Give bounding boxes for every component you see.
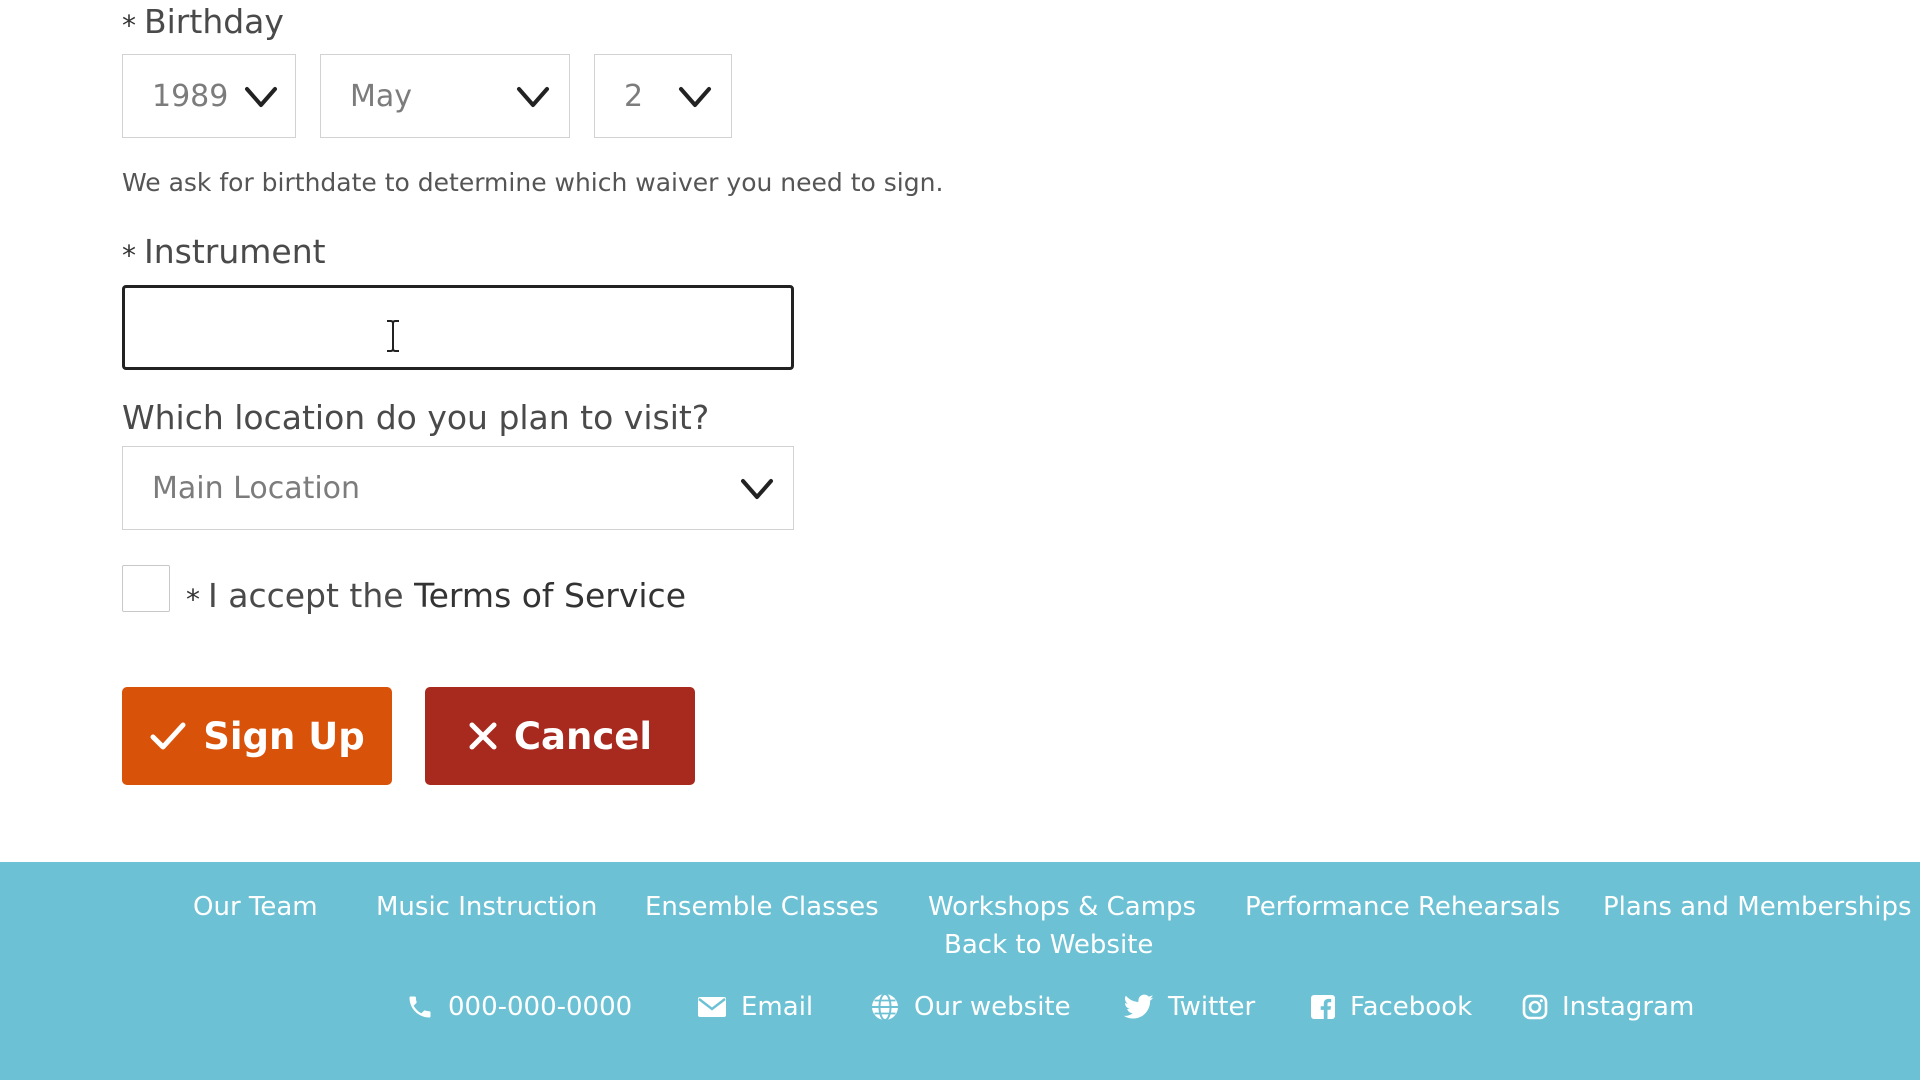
birthday-label: * Birthday: [122, 2, 284, 42]
location-select[interactable]: Main Location: [122, 446, 794, 530]
birthday-day-select[interactable]: 2: [594, 54, 732, 138]
sign-up-button[interactable]: Sign Up: [122, 687, 392, 785]
terms-of-service-link[interactable]: Terms of Service: [414, 576, 686, 615]
site-footer: Our Team Music Instruction Ensemble Clas…: [0, 862, 1920, 1080]
birthday-day-value: 2: [624, 78, 644, 114]
location-label: Which location do you plan to visit?: [122, 398, 710, 437]
birthday-month-select[interactable]: May: [320, 54, 570, 138]
signup-page: * Birthday 1989 May 2 We ask for birthdat…: [0, 0, 1920, 1080]
terms-label: * I accept the Terms of Service: [186, 576, 687, 616]
contact-twitter[interactable]: Twitter: [1124, 992, 1255, 1022]
contact-email[interactable]: Email: [697, 992, 813, 1022]
phone-icon: [409, 996, 431, 1018]
sign-up-label: Sign Up: [203, 714, 365, 758]
email-icon: [698, 997, 726, 1017]
chevron-down-icon: [741, 479, 773, 499]
required-mark: *: [186, 583, 200, 616]
cancel-label: Cancel: [513, 714, 653, 758]
contact-phone[interactable]: 000-000-0000: [406, 992, 632, 1022]
required-mark: *: [122, 239, 136, 272]
close-icon: [469, 722, 497, 750]
footer-link-performance-rehearsals[interactable]: Performance Rehearsals: [1245, 892, 1560, 922]
facebook-icon: [1311, 995, 1335, 1019]
birthday-year-select[interactable]: 1989: [122, 54, 296, 138]
chevron-down-icon: [245, 87, 277, 107]
birthday-year-value: 1989: [152, 78, 229, 114]
twitter-icon: [1124, 994, 1154, 1019]
chevron-down-icon: [517, 87, 549, 107]
birthday-month-value: May: [350, 78, 413, 114]
terms-checkbox[interactable]: [122, 565, 170, 612]
instrument-label: * Instrument: [122, 232, 326, 272]
instrument-input[interactable]: [122, 285, 794, 370]
cancel-button[interactable]: Cancel: [425, 687, 695, 785]
required-mark: *: [122, 9, 136, 42]
footer-link-back-to-website[interactable]: Back to Website: [944, 930, 1153, 960]
footer-link-workshops-camps[interactable]: Workshops & Camps: [928, 892, 1196, 922]
checkmark-icon: [150, 722, 186, 750]
contact-instagram[interactable]: Instagram: [1522, 992, 1694, 1022]
chevron-down-icon: [679, 87, 711, 107]
instagram-icon: [1522, 994, 1548, 1020]
footer-link-plans-memberships[interactable]: Plans and Memberships: [1603, 892, 1912, 922]
footer-link-ensemble-classes[interactable]: Ensemble Classes: [645, 892, 879, 922]
contact-website[interactable]: Our website: [870, 992, 1071, 1022]
footer-link-music-instruction[interactable]: Music Instruction: [376, 892, 597, 922]
footer-link-our-team[interactable]: Our Team: [193, 892, 318, 922]
contact-facebook[interactable]: Facebook: [1310, 992, 1472, 1022]
location-value: Main Location: [152, 470, 361, 506]
globe-icon: [872, 993, 898, 1021]
text-cursor-icon: [387, 320, 399, 352]
birthday-help-text: We ask for birthdate to determine which …: [122, 168, 944, 197]
